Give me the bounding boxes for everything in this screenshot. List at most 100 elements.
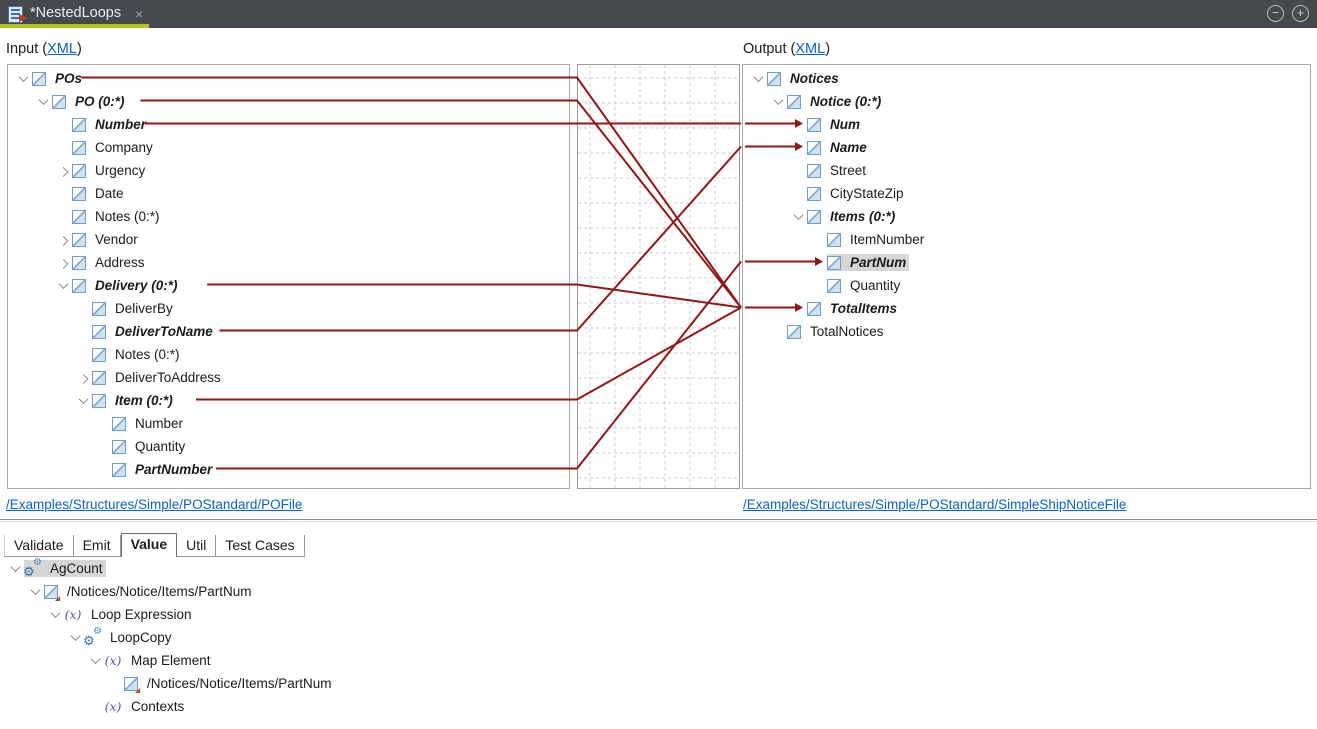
chevron-spacer bbox=[769, 320, 787, 343]
output-node-label: Quantity bbox=[847, 277, 903, 294]
input-node-15[interactable]: Number bbox=[8, 412, 569, 435]
element-icon bbox=[72, 164, 86, 178]
mapping-canvas[interactable] bbox=[577, 64, 740, 489]
input-node-1[interactable]: PO (0:*) bbox=[8, 90, 569, 113]
value-node-2[interactable]: (x)Loop Expression bbox=[0, 603, 1317, 626]
chevron-down-icon[interactable] bbox=[46, 603, 64, 626]
mapping-grid bbox=[578, 65, 739, 488]
chevron-down-icon[interactable] bbox=[66, 626, 84, 649]
output-node-9[interactable]: Quantity bbox=[743, 274, 1310, 297]
chevron-spacer bbox=[74, 343, 92, 366]
chevron-down-icon[interactable] bbox=[54, 274, 72, 297]
output-node-label: ItemNumber bbox=[847, 231, 927, 248]
chevron-spacer bbox=[94, 435, 112, 458]
element-icon bbox=[92, 302, 106, 316]
output-node-label: TotalItems bbox=[827, 300, 900, 317]
input-node-label: Number bbox=[132, 415, 186, 432]
input-node-13[interactable]: DeliverToAddress bbox=[8, 366, 569, 389]
element-icon bbox=[827, 279, 841, 293]
input-node-0[interactable]: POs bbox=[8, 67, 569, 90]
input-header: Input (XML) bbox=[6, 41, 82, 57]
element-icon bbox=[72, 141, 86, 155]
chevron-down-icon[interactable] bbox=[74, 389, 92, 412]
chevron-down-icon[interactable] bbox=[14, 67, 32, 90]
input-node-14[interactable]: Item (0:*) bbox=[8, 389, 569, 412]
output-node-4[interactable]: Street bbox=[743, 159, 1310, 182]
value-node-5[interactable]: /Notices/Notice/Items/PartNum bbox=[0, 672, 1317, 695]
chevron-down-icon[interactable] bbox=[789, 205, 807, 228]
input-node-11[interactable]: DeliverToName bbox=[8, 320, 569, 343]
element-icon bbox=[72, 256, 86, 270]
chevron-spacer bbox=[809, 228, 827, 251]
input-file-link[interactable]: /Examples/Structures/Simple/POStandard/P… bbox=[6, 497, 302, 512]
chevron-right-icon[interactable] bbox=[54, 251, 72, 274]
chevron-down-icon[interactable] bbox=[6, 557, 24, 580]
input-node-10[interactable]: DeliverBy bbox=[8, 297, 569, 320]
input-node-label: Delivery (0:*) bbox=[92, 277, 181, 294]
output-node-5[interactable]: CityStateZip bbox=[743, 182, 1310, 205]
chevron-right-icon[interactable] bbox=[54, 159, 72, 182]
value-node-4[interactable]: (x)Map Element bbox=[0, 649, 1317, 672]
chevron-down-icon[interactable] bbox=[749, 67, 767, 90]
input-node-4[interactable]: Urgency bbox=[8, 159, 569, 182]
output-file-link[interactable]: /Examples/Structures/Simple/POStandard/S… bbox=[743, 497, 1126, 512]
map-document-icon bbox=[8, 6, 23, 23]
collapse-all-button[interactable]: − bbox=[1267, 5, 1284, 22]
input-node-5[interactable]: Date bbox=[8, 182, 569, 205]
input-node-label: Company bbox=[92, 139, 156, 156]
output-node-1[interactable]: Notice (0:*) bbox=[743, 90, 1310, 113]
chevron-down-icon[interactable] bbox=[86, 649, 104, 672]
pane-splitter[interactable] bbox=[0, 519, 1317, 520]
input-node-17[interactable]: PartNumber bbox=[8, 458, 569, 481]
tab-value[interactable]: Value bbox=[121, 533, 178, 557]
tab-emit[interactable]: Emit bbox=[74, 535, 121, 556]
input-node-3[interactable]: Company bbox=[8, 136, 569, 159]
input-node-label: PO (0:*) bbox=[72, 93, 128, 110]
value-node-1[interactable]: /Notices/Notice/Items/PartNum bbox=[0, 580, 1317, 603]
output-node-8[interactable]: PartNum bbox=[743, 251, 1310, 274]
document-tab-title: *NestedLoops bbox=[30, 5, 121, 21]
input-node-label: Date bbox=[92, 185, 127, 202]
chevron-down-icon[interactable] bbox=[34, 90, 52, 113]
value-node-3[interactable]: ⚙⚙LoopCopy bbox=[0, 626, 1317, 649]
element-ref-icon bbox=[44, 585, 58, 599]
input-node-9[interactable]: Delivery (0:*) bbox=[8, 274, 569, 297]
chevron-down-icon[interactable] bbox=[769, 90, 787, 113]
output-node-label: Notices bbox=[787, 70, 842, 87]
input-node-12[interactable]: Notes (0:*) bbox=[8, 343, 569, 366]
tab-validate[interactable]: Validate bbox=[4, 535, 74, 556]
chevron-right-icon[interactable] bbox=[54, 228, 72, 251]
expand-all-button[interactable]: + bbox=[1292, 5, 1309, 22]
output-node-10[interactable]: TotalItems bbox=[743, 297, 1310, 320]
output-node-label: Notice (0:*) bbox=[807, 93, 884, 110]
value-node-0[interactable]: ⚙⚙AgCount bbox=[0, 557, 1317, 580]
input-node-6[interactable]: Notes (0:*) bbox=[8, 205, 569, 228]
input-node-label: Number bbox=[92, 116, 149, 133]
output-node-label: Street bbox=[827, 162, 869, 179]
chevron-down-icon[interactable] bbox=[26, 580, 44, 603]
input-node-2[interactable]: Number bbox=[8, 113, 569, 136]
tab-util[interactable]: Util bbox=[177, 535, 216, 556]
input-node-16[interactable]: Quantity bbox=[8, 435, 569, 458]
value-node-6[interactable]: (x)Contexts bbox=[0, 695, 1317, 718]
input-node-7[interactable]: Vendor bbox=[8, 228, 569, 251]
value-node-label: /Notices/Notice/Items/PartNum bbox=[144, 675, 335, 692]
output-xml-link[interactable]: XML bbox=[795, 41, 825, 57]
tab-test-cases[interactable]: Test Cases bbox=[216, 535, 304, 556]
output-node-2[interactable]: Num bbox=[743, 113, 1310, 136]
output-node-label: PartNum bbox=[847, 254, 909, 271]
output-node-label: Items (0:*) bbox=[827, 208, 898, 225]
output-node-3[interactable]: Name bbox=[743, 136, 1310, 159]
output-node-11[interactable]: TotalNotices bbox=[743, 320, 1310, 343]
close-icon[interactable]: × bbox=[135, 6, 143, 22]
element-icon bbox=[72, 187, 86, 201]
chevron-spacer bbox=[106, 672, 124, 695]
output-node-6[interactable]: Items (0:*) bbox=[743, 205, 1310, 228]
element-icon bbox=[807, 164, 821, 178]
input-xml-link[interactable]: XML bbox=[47, 41, 77, 57]
element-icon bbox=[807, 141, 821, 155]
output-node-0[interactable]: Notices bbox=[743, 67, 1310, 90]
output-node-7[interactable]: ItemNumber bbox=[743, 228, 1310, 251]
input-node-8[interactable]: Address bbox=[8, 251, 569, 274]
chevron-right-icon[interactable] bbox=[74, 366, 92, 389]
